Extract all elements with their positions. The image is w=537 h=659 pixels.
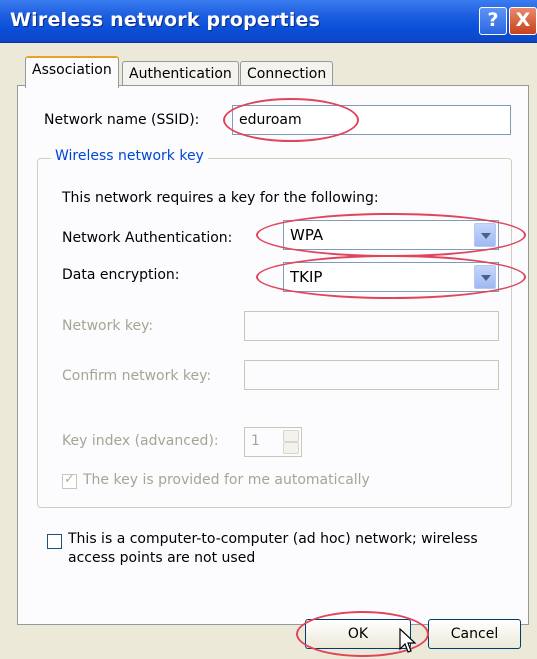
window-title: Wireless network properties [10, 9, 321, 31]
wireless-key-group-legend: Wireless network key [51, 148, 208, 164]
ssid-label: Network name (SSID): [44, 112, 200, 128]
cancel-button[interactable]: Cancel [428, 619, 521, 649]
network-auth-value: WPA [290, 226, 324, 244]
adhoc-checkbox[interactable] [47, 534, 62, 549]
data-encryption-label: Data encryption: [62, 267, 180, 283]
key-index-spinner[interactable]: 1 [244, 427, 302, 457]
auto-key-checkbox[interactable] [62, 472, 77, 489]
tab-association[interactable]: Association [25, 56, 119, 88]
data-encryption-select[interactable]: TKIP [283, 262, 499, 292]
close-button[interactable]: X [509, 7, 537, 35]
confirm-key-input[interactable] [244, 360, 499, 390]
help-button[interactable]: ? [479, 7, 507, 35]
data-encryption-value: TKIP [290, 268, 323, 286]
network-key-input[interactable] [244, 311, 499, 341]
tab-authentication[interactable]: Authentication [122, 61, 239, 86]
network-auth-label: Network Authentication: [62, 230, 233, 246]
confirm-key-label: Confirm network key: [62, 368, 212, 384]
ok-button[interactable]: OK [305, 619, 411, 649]
tab-connection[interactable]: Connection [240, 61, 334, 86]
ssid-input[interactable]: eduroam [232, 105, 511, 135]
mouse-pointer-icon [399, 628, 417, 653]
title-bar[interactable]: Wireless network properties ? X [0, 0, 537, 43]
spinner-down-icon[interactable] [283, 442, 299, 454]
key-index-value: 1 [251, 433, 260, 449]
chevron-down-icon[interactable] [474, 223, 496, 247]
chevron-down-icon[interactable] [474, 265, 496, 289]
adhoc-label-line2: access points are not used [68, 550, 256, 566]
network-auth-select[interactable]: WPA [283, 220, 499, 250]
key-index-label: Key index (advanced): [62, 433, 219, 449]
adhoc-label-line1: This is a computer-to-computer (ad hoc) … [68, 531, 478, 547]
requires-key-text: This network requires a key for the foll… [62, 190, 379, 206]
network-key-label: Network key: [62, 318, 154, 334]
auto-key-label: The key is provided for me automatically [83, 472, 370, 488]
spinner-up-icon[interactable] [283, 430, 299, 442]
wireless-properties-dialog: Wireless network properties ? X Associat… [0, 0, 537, 659]
